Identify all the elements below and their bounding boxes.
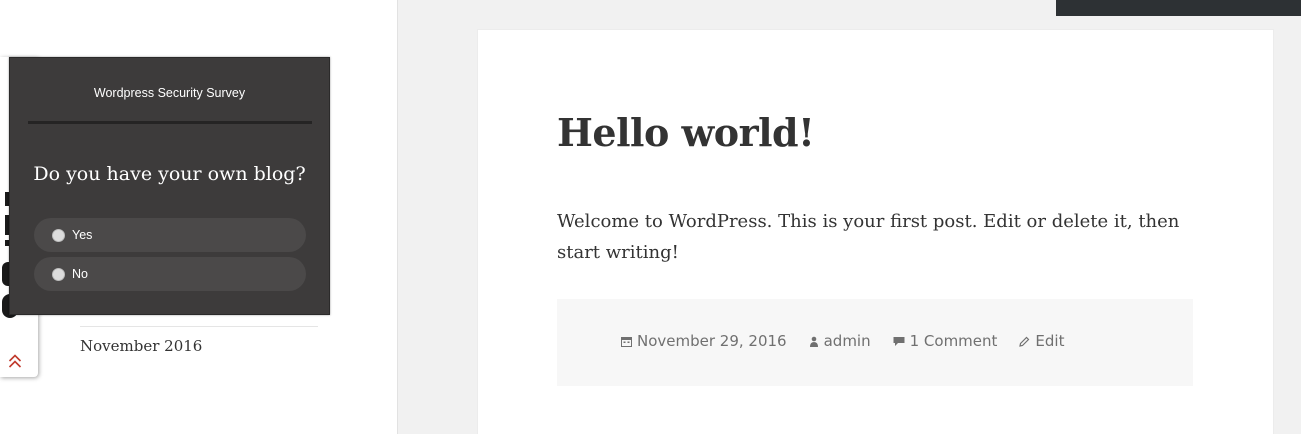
option-label-no: No bbox=[72, 267, 88, 281]
top-dark-bar bbox=[1056, 0, 1301, 16]
double-chevron-up-icon[interactable] bbox=[8, 353, 22, 369]
radio-button-no[interactable] bbox=[52, 267, 65, 281]
option-label-yes: Yes bbox=[72, 228, 93, 242]
archive-link-november-2016[interactable]: November 2016 bbox=[80, 337, 202, 355]
survey-panel: Wordpress Security Survey Do you have yo… bbox=[9, 57, 330, 315]
survey-title: Wordpress Security Survey bbox=[93, 86, 246, 100]
survey-question: Do you have your own blog? bbox=[33, 163, 306, 185]
survey-divider bbox=[28, 121, 312, 124]
post-date[interactable]: November 29, 2016 bbox=[637, 332, 787, 350]
pencil-icon bbox=[1019, 336, 1030, 347]
survey-option-no[interactable]: No bbox=[34, 257, 306, 291]
post-meta: November 29, 2016 admin 1 Comment Edit bbox=[621, 332, 1086, 350]
post-title[interactable]: Hello world! bbox=[557, 110, 815, 155]
page: November 2016 Hello world! Welcome to Wo… bbox=[0, 0, 1301, 434]
post-content: Welcome to WordPress. This is your first… bbox=[557, 211, 1180, 263]
comment-icon bbox=[893, 336, 905, 346]
archive-divider bbox=[80, 326, 318, 327]
survey-option-yes[interactable]: Yes bbox=[34, 218, 306, 252]
radio-button-yes[interactable] bbox=[52, 228, 65, 242]
post-footer: November 29, 2016 admin 1 Comment Edit bbox=[557, 299, 1193, 386]
post-edit-item[interactable]: Edit bbox=[1019, 332, 1064, 350]
post-author[interactable]: admin bbox=[824, 332, 871, 350]
post-comments[interactable]: 1 Comment bbox=[910, 332, 998, 350]
post-author-item[interactable]: admin bbox=[809, 332, 871, 350]
calendar-icon bbox=[621, 336, 632, 347]
person-icon bbox=[809, 336, 818, 347]
post-comments-item[interactable]: 1 Comment bbox=[893, 332, 998, 350]
post-edit-link[interactable]: Edit bbox=[1035, 332, 1064, 350]
post-card: Hello world! Welcome to WordPress. This … bbox=[477, 29, 1274, 434]
post-date-item[interactable]: November 29, 2016 bbox=[621, 332, 787, 350]
